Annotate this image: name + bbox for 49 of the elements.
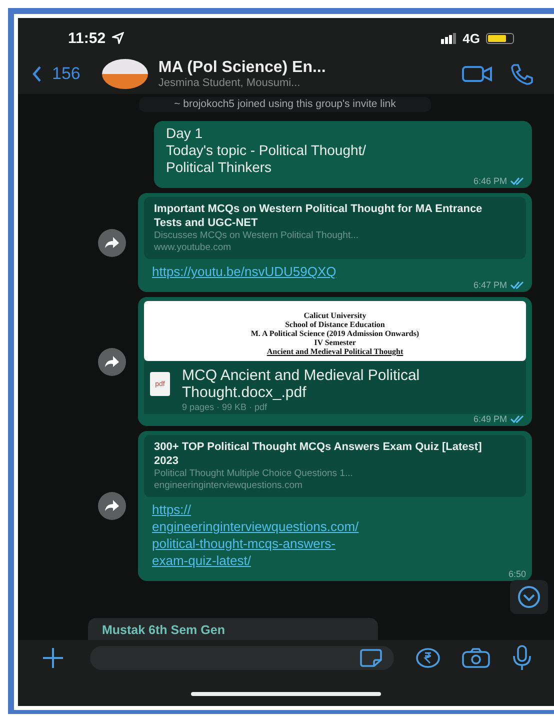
preview-title: 300+ TOP Political Thought MCQs Answers Exam Quiz [Latest] 2023 [154, 440, 483, 468]
preview-title: Important MCQs on Western Political Thought for MA Entrance Tests and UGC-NET [154, 202, 484, 230]
document-preview-line: IV Semester [313, 338, 357, 347]
sender-name: Mustak 6th Sem Gen [102, 623, 225, 637]
message-text: Today's topic - Political Thought/ [165, 142, 368, 159]
video-call-icon[interactable] [462, 65, 492, 83]
preview-domain: www.youtube.com [154, 242, 232, 254]
forward-icon[interactable] [98, 492, 126, 520]
camera-icon[interactable] [462, 648, 490, 668]
forward-icon[interactable] [98, 348, 126, 376]
file-name[interactable]: MCQ Ancient and Medieval Political Thought.docx_.pdf [182, 367, 520, 401]
message-input[interactable] [90, 646, 394, 670]
document-preview-line: M. A Political Science (2019 Admission Onwards) [250, 329, 420, 338]
preview-description: Discusses MCQs on Western Political Thought... [154, 230, 360, 242]
preview-description: Political Thought Multiple Choice Questions 1... [154, 468, 354, 480]
status-time: 11:52 [68, 30, 106, 46]
file-details: 9 pages · 99 KB · pdf [182, 402, 268, 412]
message-link[interactable]: https:// engineeringinterviewquestions.com/ political-thought-mcqs-answers- exam-quiz-latest/ [144, 497, 526, 569]
document-preview-line: Ancient and Medieval Political Thought [266, 347, 404, 356]
system-message: ~ brojokoch5 joined using this group's invite link [139, 97, 431, 112]
message-link[interactable]: https://youtu.be/nsvUDU59QXQ [144, 259, 526, 280]
link-preview[interactable]: Important MCQs on Western Political Thought for MA Entrance Tests and UGC-NET Discusses MCQs on Western Political Thought... www.youtube.com [144, 197, 526, 259]
rupee-payment-icon[interactable] [416, 647, 440, 669]
battery-icon [486, 32, 514, 44]
message-text: Political Thinkers [165, 159, 273, 176]
document-preview-line: School of Distance Education [284, 320, 386, 329]
preview-domain: engineeringinterviewquestions.com [154, 480, 304, 492]
forward-icon[interactable] [98, 228, 126, 256]
chevron-left-icon [32, 66, 42, 82]
chat-members: Jesmina Student, Mousumi... [158, 77, 302, 89]
microphone-icon[interactable] [512, 645, 532, 671]
group-avatar[interactable] [102, 59, 148, 89]
back-button[interactable]: 156 [32, 64, 80, 84]
plus-icon[interactable] [42, 647, 64, 669]
chat-title[interactable]: MA (Pol Science) En... [158, 59, 444, 77]
network-label: 4G [462, 30, 480, 46]
message-text: Day 1 [165, 125, 204, 142]
message-time: 6:49 PM [473, 414, 507, 424]
document-preview[interactable]: Calicut University School of Distance Education M. A Political Science (2019 Admission Onwards) IV Semester Ancient and Medieval Political Thought [144, 301, 526, 361]
link-preview[interactable]: 300+ TOP Political Thought MCQs Answers Exam Quiz [Latest] 2023 Political Thought Multiple Choice Questions 1... engineeringinterviewquestions.com [144, 435, 526, 497]
location-arrow-icon [112, 32, 124, 44]
scroll-down-button[interactable] [510, 580, 548, 614]
document-preview-line: Calicut University [302, 311, 368, 320]
message-time: 6:46 PM [473, 176, 507, 186]
signal-icon [440, 32, 457, 44]
message-time: 6:47 PM [473, 280, 507, 290]
phone-icon[interactable] [510, 63, 534, 85]
message-time: 6:50 [508, 569, 526, 579]
sticker-icon [360, 649, 382, 667]
